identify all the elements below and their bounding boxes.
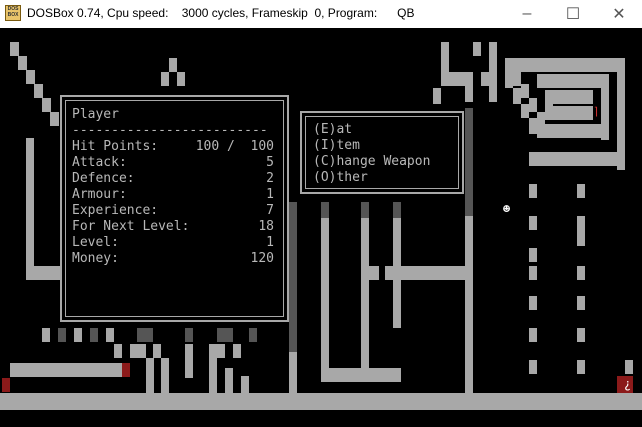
menu-item-item[interactable]: (I)tem	[313, 138, 360, 154]
dos-game-screen[interactable]: ⌉ ☻ ¿ Player ------------------------- H…	[0, 28, 642, 427]
menu-item-other[interactable]: (O)ther	[313, 170, 368, 186]
stat-attack: Attack: 5	[72, 155, 274, 170]
stat-for-next-level: For Next Level: 18	[72, 219, 274, 234]
stat-hit-points: Hit Points: 100 / 100	[72, 139, 274, 154]
stat-armour: Armour: 1	[72, 187, 274, 202]
menu-item-change-weapon[interactable]: (C)hange Weapon	[313, 154, 430, 170]
close-button[interactable]: ✕	[596, 0, 642, 28]
window-titlebar[interactable]: DOS BOX DOSBox 0.74, Cpu speed: 3000 cyc…	[0, 0, 642, 28]
maximize-button[interactable]: ☐	[550, 0, 596, 28]
stat-defence: Defence: 2	[72, 171, 274, 186]
dosbox-app-icon[interactable]: DOS BOX	[5, 5, 21, 21]
maximize-icon: ☐	[565, 6, 581, 23]
window-title: DOSBox 0.74, Cpu speed: 3000 cycles, Fra…	[27, 6, 415, 20]
minimize-button[interactable]: –	[504, 0, 550, 28]
stat-experience: Experience: 7	[72, 203, 274, 218]
menu-item-eat[interactable]: (E)at	[313, 122, 352, 138]
panel-divider: -------------------------	[72, 123, 268, 138]
map-marker-glyph: ⌉	[593, 105, 600, 118]
close-icon: ✕	[612, 6, 626, 23]
player-stats-panel: Player ------------------------- Hit Poi…	[60, 95, 289, 322]
stat-level: Level: 1	[72, 235, 274, 250]
action-menu-panel: (E)at (I)tem (C)hange Weapon (O)ther	[300, 111, 464, 194]
stat-money: Money: 120	[72, 251, 274, 266]
minimize-icon: –	[522, 5, 532, 22]
player-character-icon: ☻	[503, 202, 511, 216]
exit-glyph: ¿	[624, 377, 632, 391]
bottom-status-bar	[0, 393, 642, 410]
panel-title: Player	[72, 107, 119, 122]
